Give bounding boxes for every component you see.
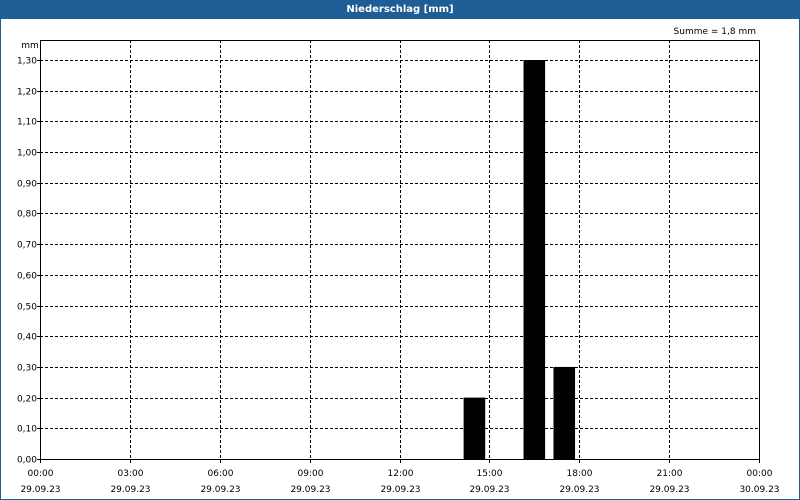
y-tick-label: 1,20 [17, 88, 37, 98]
x-tick-time-label: 06:00 [208, 469, 234, 479]
x-tick-date-label: 30.09.23 [739, 485, 779, 495]
x-tick-date-label: 29.09.23 [469, 485, 509, 495]
axes [37, 40, 760, 463]
x-tick-date-label: 29.09.23 [380, 485, 420, 495]
precipitation-chart: Summe = 1,8 mm mm 0,00 0,10 0,20 0,30 0,40 0,… [17, 27, 780, 495]
y-tick-label: 0,90 [17, 180, 37, 190]
x-tick-time-label: 03:00 [118, 469, 144, 479]
bars [463, 60, 576, 459]
y-tick-label: 0,50 [17, 303, 37, 313]
x-tick-time-label: 12:00 [388, 469, 414, 479]
y-tick-label: 1,00 [17, 149, 37, 159]
x-tick-time-label: 18:00 [567, 469, 593, 479]
y-axis-unit: mm [21, 41, 39, 51]
sum-label: Summe = 1,8 mm [674, 27, 756, 37]
x-tick-time-label: 21:00 [657, 469, 683, 479]
y-tick-label: 0,70 [17, 241, 37, 251]
y-tick-label: 1,10 [17, 118, 37, 128]
x-tick-time-label: 09:00 [298, 469, 324, 479]
y-tick-label: 0,60 [17, 272, 37, 282]
x-tick-date-label: 29.09.23 [20, 485, 60, 495]
x-tick-date-label: 29.09.23 [200, 485, 240, 495]
x-tick-time-label: 15:00 [477, 469, 503, 479]
grid [40, 40, 759, 459]
y-tick-label: 0,10 [17, 425, 37, 435]
y-tick-label: 0,40 [17, 333, 37, 343]
x-tick-time-label: 00:00 [28, 469, 54, 479]
y-tick-label: 0,20 [17, 395, 37, 405]
precip-bar [523, 60, 546, 459]
x-tick-date-label: 29.09.23 [110, 485, 150, 495]
y-tick-label: 1,30 [17, 57, 37, 67]
x-tick-date-label: 29.09.23 [559, 485, 599, 495]
x-tick-date-label: 29.09.23 [290, 485, 330, 495]
x-tick-date-label: 29.09.23 [649, 485, 689, 495]
x-tick-time-label: 00:00 [747, 469, 773, 479]
y-tick-label: 0,30 [17, 364, 37, 374]
precip-bar [553, 366, 576, 459]
precip-bar [463, 397, 486, 459]
y-tick-label: 0,00 [17, 456, 37, 466]
y-tick-label: 0,80 [17, 210, 37, 220]
